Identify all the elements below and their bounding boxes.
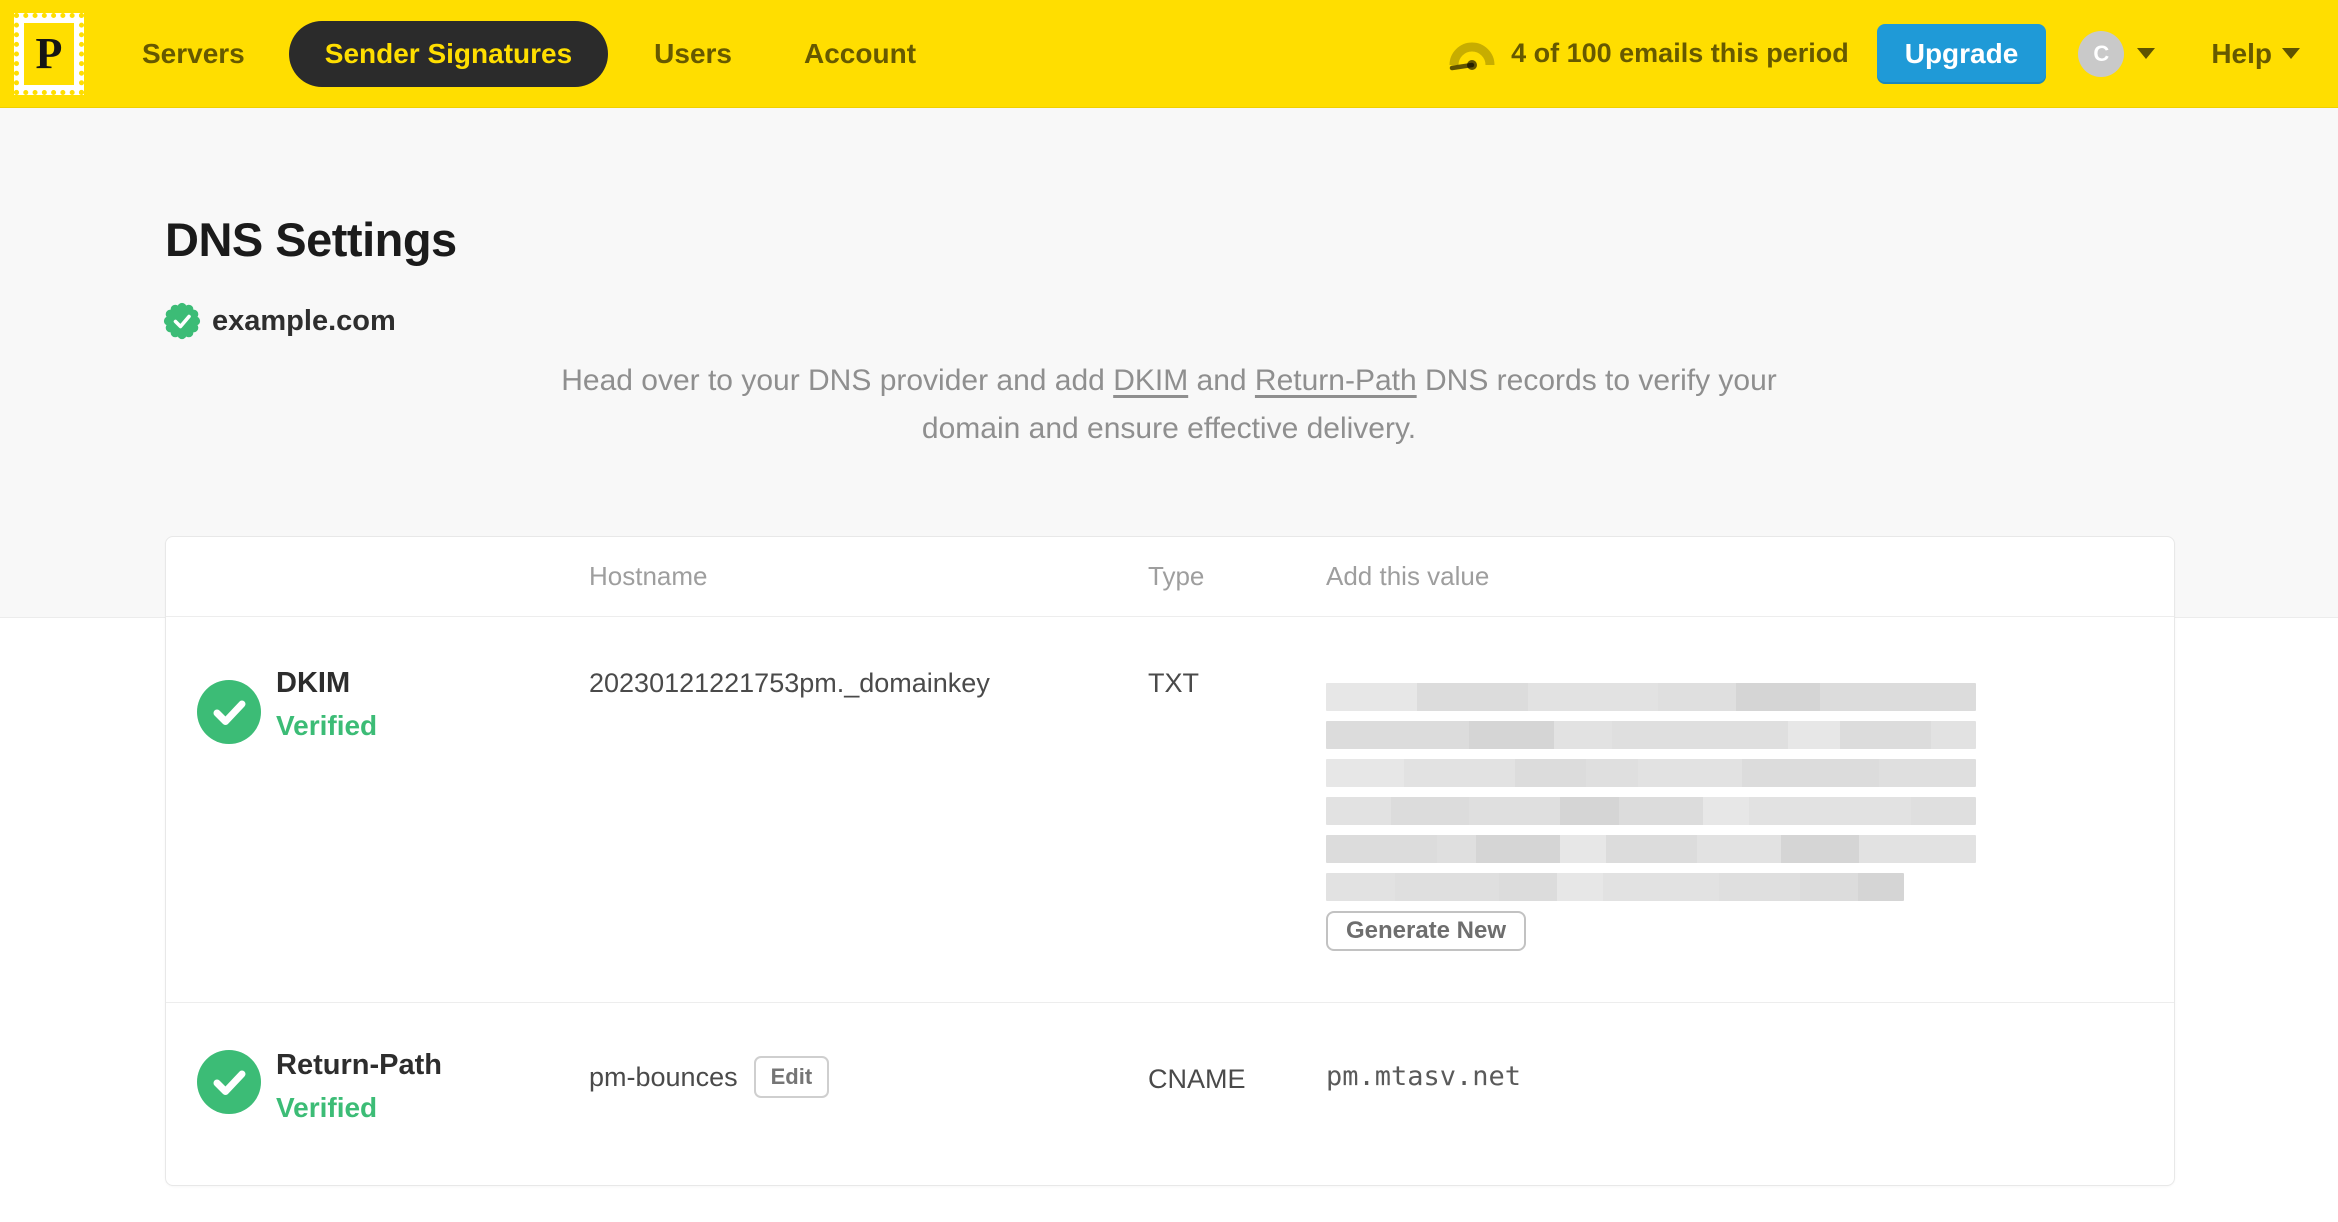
top-navigation-bar: P Servers Sender Signatures Users Accoun… — [0, 0, 2338, 108]
logo-letter: P — [35, 28, 63, 78]
primary-nav: Servers Sender Signatures Users Account — [84, 20, 916, 87]
chevron-down-icon — [2137, 48, 2156, 59]
avatar[interactable]: C — [2078, 30, 2125, 77]
page-title: DNS Settings — [165, 213, 457, 266]
dns-instructions: Head over to your DNS provider and add D… — [529, 357, 1809, 453]
chevron-down-icon — [2282, 48, 2300, 59]
redacted-value-line — [1326, 683, 1976, 711]
hostname-cell: pm-bounces Edit — [589, 1003, 1148, 1185]
check-circle-icon — [197, 680, 261, 744]
verified-domain: example.com — [163, 302, 396, 340]
usage-counter: 4 of 100 emails this period — [1511, 38, 1849, 68]
upgrade-button[interactable]: Upgrade — [1876, 23, 2047, 84]
dns-records-card: Hostname Type Add this value DKIM Verifi… — [165, 536, 2175, 1186]
record-labels: DKIM Verified — [276, 665, 377, 743]
account-menu[interactable]: C — [2078, 30, 2156, 77]
record-labels: Return-Path Verified — [276, 1047, 442, 1125]
instructions-text: and — [1188, 364, 1255, 397]
redacted-value-line — [1326, 721, 1976, 749]
header-add-this-value: Add this value — [1326, 561, 1490, 591]
verified-seal-icon — [163, 302, 201, 340]
redacted-dkim-value — [1326, 683, 1976, 901]
nav-item-servers[interactable]: Servers — [142, 38, 245, 70]
return-path-link[interactable]: Return-Path — [1255, 364, 1417, 397]
value-cell: pm.mtasv.net — [1326, 1061, 1522, 1092]
record-name: DKIM — [276, 667, 351, 699]
instructions-text: Head over to your DNS provider and add — [561, 364, 1114, 397]
nav-item-sender-signatures[interactable]: Sender Signatures — [288, 20, 609, 87]
status-badge: Verified — [276, 1092, 378, 1123]
type-cell: TXT — [1148, 668, 1199, 698]
table-header-row: Hostname Type Add this value — [166, 537, 2174, 617]
redacted-value-line — [1326, 759, 1976, 787]
header-hostname: Hostname — [589, 561, 708, 591]
generate-new-button[interactable]: Generate New — [1326, 911, 1526, 951]
edit-button[interactable]: Edit — [753, 1056, 830, 1098]
hostname-cell: 20230121221753pm._domainkey — [589, 668, 990, 698]
nav-item-users[interactable]: Users — [654, 38, 732, 70]
status-badge: Verified — [276, 710, 378, 741]
value-cell: Generate New — [1326, 617, 2174, 1002]
record-cell: DKIM Verified — [166, 617, 589, 1002]
header-type: Type — [1148, 561, 1205, 591]
table-row-return-path: Return-Path Verified pm-bounces Edit CNA… — [166, 1003, 2174, 1185]
topbar-right-cluster: 4 of 100 emails this period Upgrade C He… — [1447, 23, 2300, 84]
domain-name: example.com — [212, 304, 396, 337]
nav-item-account[interactable]: Account — [804, 38, 916, 70]
redacted-value-line — [1326, 873, 1904, 901]
help-label: Help — [2211, 37, 2272, 69]
type-cell: CNAME — [1148, 1064, 1246, 1094]
record-cell: Return-Path Verified — [166, 1003, 589, 1185]
hostname-value: pm-bounces — [589, 1062, 738, 1092]
table-row-dkim: DKIM Verified 20230121221753pm._domainke… — [166, 617, 2174, 1003]
check-circle-icon — [197, 1050, 261, 1114]
redacted-value-line — [1326, 835, 1976, 863]
redacted-value-line — [1326, 797, 1976, 825]
record-name: Return-Path — [276, 1049, 442, 1081]
header-record — [166, 537, 589, 616]
postmark-logo[interactable]: P — [14, 12, 84, 95]
usage-gauge-icon — [1449, 42, 1495, 70]
dkim-link[interactable]: DKIM — [1113, 364, 1188, 397]
postmark-logo-stamp: P — [24, 22, 74, 85]
help-menu[interactable]: Help — [2211, 38, 2300, 70]
